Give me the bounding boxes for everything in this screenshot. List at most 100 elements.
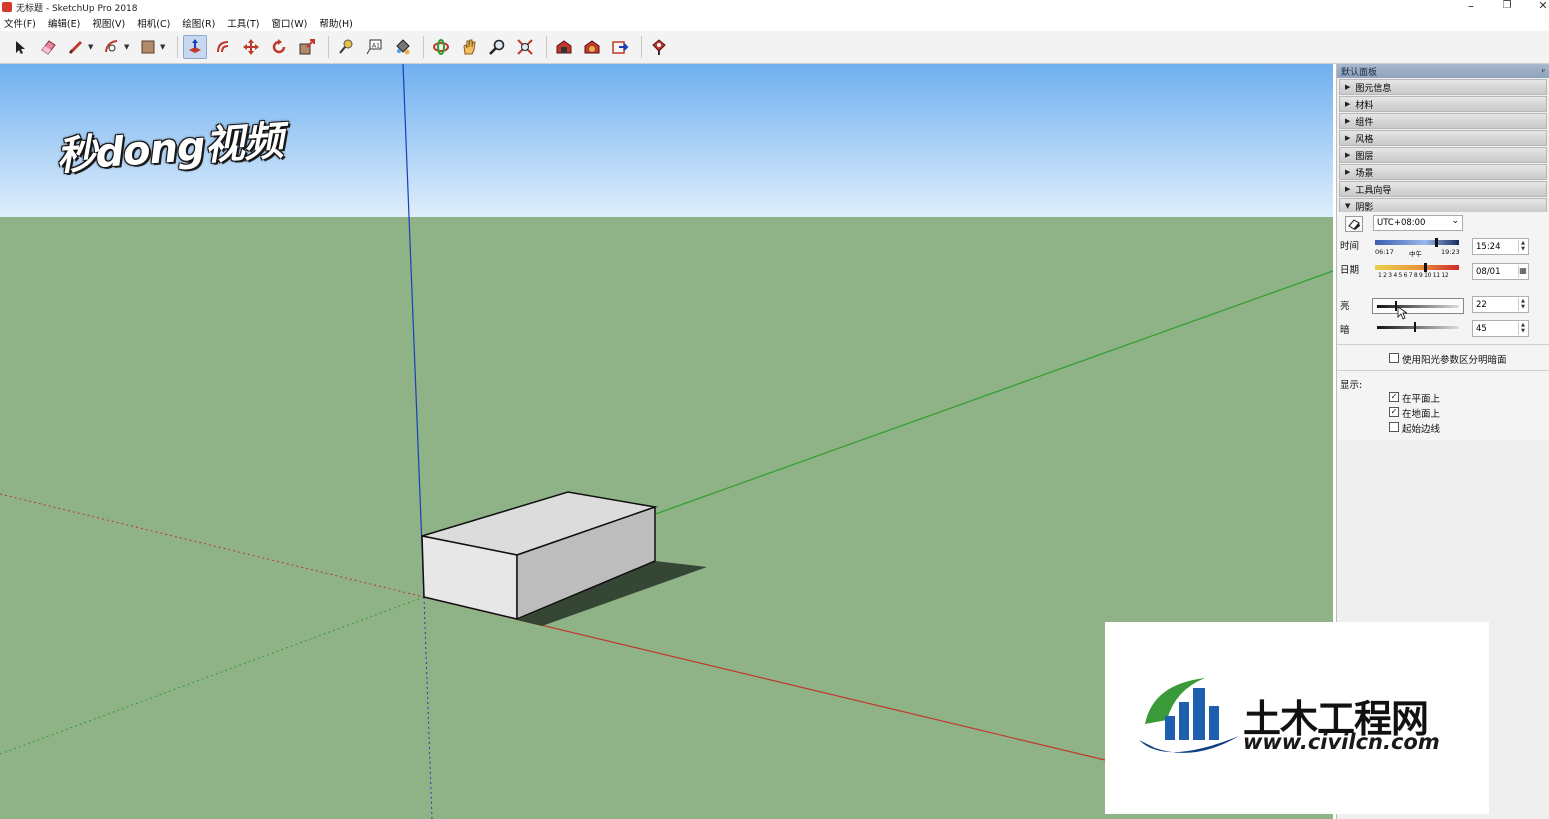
time-stepper[interactable]: ▲ ▼ (1518, 240, 1527, 253)
on-ground-checkbox[interactable]: ✓ (1389, 407, 1399, 417)
move-icon (243, 39, 259, 55)
on-faces-checkbox[interactable]: ✓ (1389, 392, 1399, 402)
menu-help[interactable]: 帮助(H) (319, 16, 353, 30)
use-sun-shading-checkbox[interactable] (1389, 353, 1399, 363)
tray-components[interactable]: ▶ 组件 (1339, 113, 1547, 129)
3d-warehouse-button[interactable] (552, 35, 576, 59)
paint-bucket-tool-button[interactable] (390, 35, 414, 59)
dark-slider-track[interactable] (1377, 326, 1459, 329)
date-label: 日期 (1340, 265, 1360, 276)
toolbar-separator (328, 36, 329, 58)
divider (1337, 370, 1549, 371)
minimize-button[interactable]: – (1456, 0, 1486, 13)
menu-view[interactable]: 视图(V) (92, 16, 125, 30)
date-months-label: 1 2 3 4 5 6 7 8 9 10 11 12 (1378, 272, 1449, 279)
scale-tool-button[interactable] (295, 35, 319, 59)
tray-instructor[interactable]: ▶ 工具向导 (1339, 181, 1547, 197)
zoom-extents-tool-button[interactable] (513, 35, 537, 59)
eraser-icon (41, 40, 56, 55)
menu-window[interactable]: 窗口(W) (272, 16, 308, 30)
dark-stepper[interactable]: ▲ ▼ (1518, 322, 1527, 335)
toolbar-separator (641, 36, 642, 58)
menu-file[interactable]: 文件(F) (4, 16, 36, 30)
time-input[interactable]: 15:24 ▲ ▼ (1472, 238, 1529, 255)
arc-tool-button[interactable] (100, 35, 124, 59)
light-input[interactable]: 22 ▲ ▼ (1472, 296, 1529, 313)
rotate-tool-button[interactable] (267, 35, 291, 59)
light-slider-track[interactable] (1377, 305, 1459, 308)
tray-styles[interactable]: ▶ 风格 (1339, 130, 1547, 146)
tape-measure-tool-button[interactable] (334, 35, 358, 59)
from-edges-label: 起始边线 (1402, 424, 1441, 435)
arc-tool-dropdown-icon[interactable]: ▼ (124, 43, 132, 51)
time-noon-label: 中午 (1409, 250, 1422, 258)
move-tool-button[interactable] (239, 35, 263, 59)
calendar-icon[interactable]: ▦ (1518, 265, 1527, 278)
date-slider-thumb[interactable] (1423, 263, 1427, 272)
extension-warehouse-button[interactable] (580, 35, 604, 59)
send-to-layout-button[interactable] (608, 35, 632, 59)
pencil-icon (68, 40, 83, 55)
rectangle-tool-dropdown-icon[interactable]: ▼ (160, 43, 168, 51)
tray-scenes[interactable]: ▶ 场景 (1339, 164, 1547, 180)
toolbar-separator (423, 36, 424, 58)
collapsed-arrow-icon: ▶ (1345, 100, 1351, 108)
pan-tool-button[interactable] (457, 35, 481, 59)
restore-button[interactable]: ❐ (1492, 0, 1522, 11)
zoom-tool-button[interactable] (485, 35, 509, 59)
expanded-arrow-icon: ▼ (1345, 202, 1351, 210)
collapsed-arrow-icon: ▶ (1345, 83, 1351, 91)
from-edges-checkbox[interactable] (1389, 422, 1399, 432)
zoom-magnifier-icon (489, 39, 505, 55)
collapsed-arrow-icon: ▶ (1345, 117, 1351, 125)
warehouse-icon (556, 40, 572, 54)
push-pull-tool-button[interactable] (183, 35, 207, 59)
arc-icon (105, 40, 118, 53)
push-pull-icon (189, 39, 201, 53)
eraser-tool-button[interactable] (36, 35, 60, 59)
on-ground-label: 在地面上 (1402, 409, 1441, 420)
extension-manager-button[interactable] (647, 35, 671, 59)
rectangle-tool-button[interactable] (136, 35, 160, 59)
tape-measure-icon (339, 39, 353, 54)
tray-materials[interactable]: ▶ 材料 (1339, 96, 1547, 112)
menu-draw[interactable]: 绘图(R) (182, 16, 215, 30)
toolbar-separator (546, 36, 547, 58)
line-tool-button[interactable] (64, 35, 88, 59)
timezone-select[interactable]: UTC+08:00 ⌄ (1373, 215, 1463, 231)
tray-entity-info[interactable]: ▶ 图元信息 (1339, 79, 1547, 95)
dropdown-chevron-icon: ⌄ (1451, 216, 1459, 226)
close-button[interactable]: ✕ (1528, 0, 1549, 12)
time-slider-thumb[interactable] (1435, 238, 1439, 247)
time-slider-track[interactable] (1375, 240, 1459, 245)
orbit-tool-button[interactable] (429, 35, 453, 59)
site-logo-watermark: 土木工程网 www.civilcn.com (1105, 622, 1489, 814)
toggle-shadows-button[interactable] (1345, 216, 1363, 232)
light-stepper[interactable]: ▲ ▼ (1518, 298, 1527, 311)
offset-tool-button[interactable] (211, 35, 235, 59)
tray-layers[interactable]: ▶ 图层 (1339, 147, 1547, 163)
dark-label: 暗 (1340, 325, 1350, 336)
date-slider-track[interactable] (1375, 265, 1459, 270)
layout-icon (612, 41, 629, 54)
offset-icon (217, 41, 229, 53)
logo-url-text: www.civilcn.com (1243, 730, 1440, 754)
menu-camera[interactable]: 相机(C) (137, 16, 170, 30)
line-tool-dropdown-icon[interactable]: ▼ (88, 43, 96, 51)
select-tool-button[interactable] (8, 35, 32, 59)
text-label-icon: A1 (366, 39, 382, 55)
collapsed-arrow-icon: ▶ (1345, 168, 1351, 176)
menu-edit[interactable]: 编辑(E) (48, 16, 80, 30)
menu-tools[interactable]: 工具(T) (227, 16, 259, 30)
zoom-extents-icon (517, 39, 533, 55)
pin-icon[interactable]: ᵖ (1542, 67, 1545, 76)
dark-input[interactable]: 45 ▲ ▼ (1472, 320, 1529, 337)
on-faces-label: 在平面上 (1402, 394, 1441, 405)
text-tool-button[interactable]: A1 (362, 35, 386, 59)
light-label: 亮 (1340, 301, 1350, 312)
date-input[interactable]: 08/01 ▦ (1472, 263, 1529, 280)
orbit-icon (433, 39, 449, 55)
dark-slider-thumb[interactable] (1413, 322, 1416, 332)
collapsed-arrow-icon: ▶ (1345, 151, 1351, 159)
rotate-icon (272, 39, 286, 54)
